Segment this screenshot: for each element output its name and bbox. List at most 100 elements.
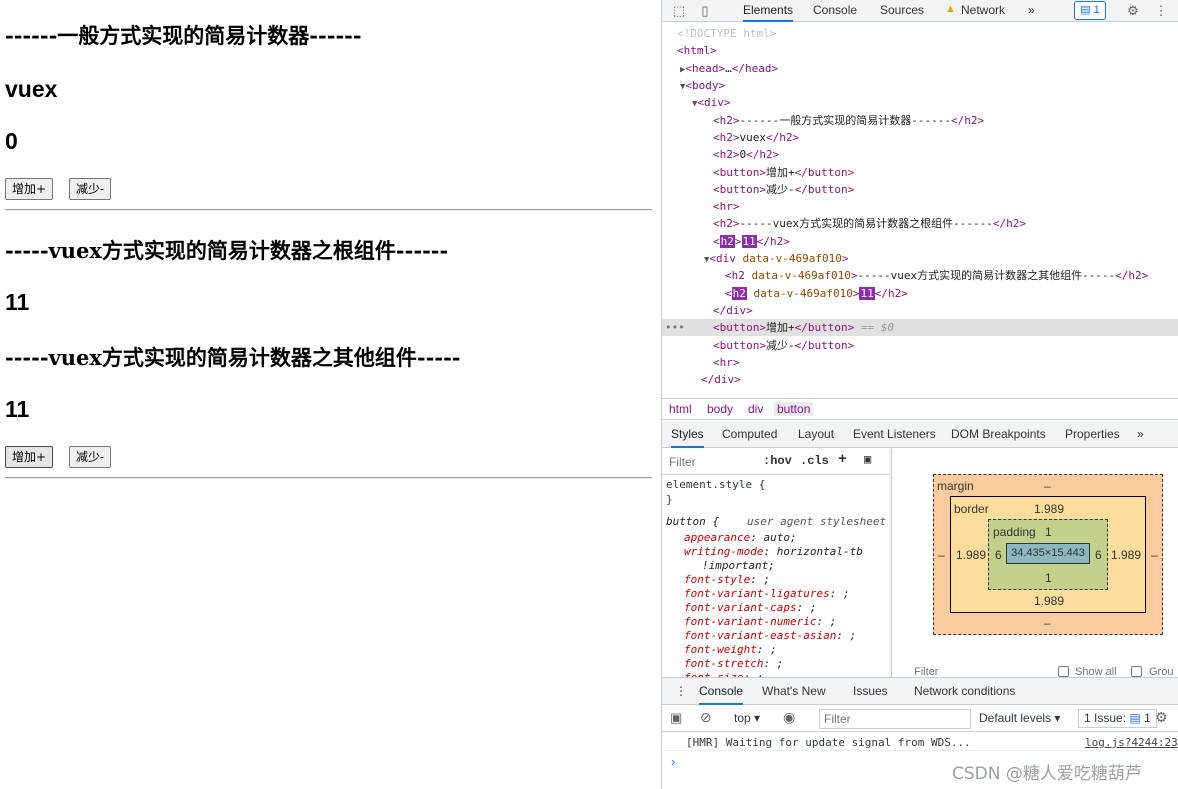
drawer-tab-console[interactable]: Console (699, 678, 744, 705)
console-issues-button[interactable]: 1 Issue: ▤ 1 (1078, 709, 1157, 728)
dom-node[interactable]: ▼<div> (662, 94, 1178, 111)
tab-dom-breakpoints[interactable]: DOM Breakpoints (951, 421, 1046, 448)
breadcrumb-html[interactable]: html (669, 402, 692, 416)
dom-node[interactable]: <hr> (662, 198, 1178, 215)
padding-bottom-value[interactable]: 1 (1045, 571, 1052, 585)
css-prop-row[interactable]: writing-mode: horizontal-tb (684, 545, 863, 559)
drawer-tab-network-conditions[interactable]: Network conditions (914, 678, 1015, 705)
show-all-checkbox[interactable] (1058, 665, 1069, 677)
css-prop-row[interactable]: font-variant-caps: ; (684, 601, 816, 615)
breadcrumb-div[interactable]: div (748, 402, 763, 416)
tab-computed[interactable]: Computed (722, 421, 777, 448)
tab-layout[interactable]: Layout (798, 421, 834, 448)
margin-bottom-value[interactable]: – (1044, 616, 1051, 630)
inspect-element-icon[interactable]: ⬚ (670, 2, 688, 20)
box-model-content[interactable]: 34.435×15.443 (1006, 543, 1090, 564)
log-levels-dropdown[interactable]: Default levels ▾ (979, 711, 1060, 725)
console-prompt-icon[interactable]: › (671, 754, 675, 769)
device-toolbar-icon[interactable]: ▯ (696, 2, 714, 20)
hov-toggle[interactable]: :hov (763, 454, 792, 468)
dom-node[interactable]: <h2 data-v-469af010>11</h2> (662, 285, 1178, 302)
dom-node[interactable]: <button>减少-</button> (662, 181, 1178, 198)
dom-node-selected[interactable]: ••• <button>增加+</button> == $0 (662, 319, 1178, 336)
cls-toggle[interactable]: .cls (800, 454, 829, 468)
tab-sources[interactable]: Sources (880, 0, 924, 22)
add-rule-icon[interactable]: + (838, 451, 847, 468)
drawer-tab-whats-new[interactable]: What's New (762, 678, 826, 705)
console-filter-input[interactable] (819, 709, 971, 729)
gear-icon[interactable]: ⚙ (1124, 2, 1142, 20)
dom-node[interactable]: <button>增加+</button> (662, 164, 1178, 181)
padding-top-value[interactable]: 1 (1045, 525, 1052, 539)
border-right-value[interactable]: 1.989 (1111, 548, 1141, 562)
tab-network[interactable]: Network (961, 0, 1005, 22)
eye-icon[interactable]: ◉ (783, 709, 795, 726)
group-checkbox[interactable] (1131, 665, 1142, 677)
more-tabs-icon[interactable]: » (1028, 0, 1035, 22)
kebab-menu-icon[interactable]: ⋮ (1152, 2, 1170, 20)
sidebar-toggle-icon[interactable]: ▣ (670, 710, 682, 726)
log-levels-value: Default levels (979, 711, 1052, 725)
margin-top-value[interactable]: – (1044, 479, 1051, 493)
more-subtabs-icon[interactable]: » (1137, 421, 1144, 448)
element-style-rule[interactable]: element.style { (666, 478, 765, 492)
margin-right-value[interactable]: – (1151, 548, 1158, 562)
css-prop-row[interactable]: font-weight: ; (684, 643, 777, 657)
sidebar-toggle-icon[interactable]: ▣ (864, 452, 871, 467)
tab-styles[interactable]: Styles (671, 421, 704, 448)
dom-node[interactable]: <hr> (662, 354, 1178, 371)
dom-node[interactable]: <!DOCTYPE html> (662, 25, 1178, 42)
button-rule-selector[interactable]: button { (666, 515, 719, 529)
drawer-tab-issues[interactable]: Issues (853, 678, 888, 705)
dom-node[interactable]: <h2>0</h2> (662, 146, 1178, 163)
tab-elements[interactable]: Elements (743, 0, 794, 22)
dom-node[interactable]: <h2 data-v-469af010>-----vuex方式实现的简易计数器之… (662, 267, 1178, 284)
margin-left-value[interactable]: – (938, 548, 945, 562)
clear-console-icon[interactable]: ⊘ (700, 709, 712, 726)
css-prop-row[interactable]: font-style: ; (684, 573, 770, 587)
css-prop-row[interactable]: font-variant-east-asian: ; (684, 629, 856, 643)
dom-node[interactable]: <button>减少-</button> (662, 337, 1178, 354)
dom-node[interactable]: </div> (662, 371, 1178, 388)
div-tag: <div> (697, 96, 731, 109)
dom-node[interactable]: <h2>------一般方式实现的简易计数器------</h2> (662, 112, 1178, 129)
breadcrumb-button[interactable]: button (774, 402, 814, 416)
drawer-menu-icon[interactable]: ⋮ (675, 678, 687, 705)
dom-node[interactable]: </div> (662, 302, 1178, 319)
tab-console[interactable]: Console (813, 0, 857, 22)
padding-right-value[interactable]: 6 (1095, 548, 1102, 562)
border-bottom-value[interactable]: 1.989 (1034, 594, 1064, 608)
breadcrumb-body[interactable]: body (707, 402, 733, 416)
vuex-increment-button[interactable]: 增加+ (5, 446, 54, 468)
console-issues-count: 1 (1144, 711, 1151, 725)
css-prop-row[interactable]: !important; (702, 559, 775, 573)
vuex-decrement-button[interactable]: 减少- (69, 446, 112, 468)
border-top-value[interactable]: 1.989 (1034, 502, 1064, 516)
console-message-source-link[interactable]: log.js?4244:23 (1085, 736, 1178, 749)
node-text: 减少- (765, 183, 795, 196)
more-dots-icon[interactable]: ••• (665, 319, 685, 336)
css-prop-row[interactable]: appearance: auto; (684, 531, 797, 545)
dom-node[interactable]: ▶<head>…</head> (662, 60, 1178, 77)
dom-node[interactable]: <h2>-----vuex方式实现的简易计数器之根组件------</h2> (662, 215, 1178, 232)
increment-button[interactable]: 增加+ (5, 178, 54, 200)
padding-left-value[interactable]: 6 (995, 548, 1002, 562)
css-prop-row[interactable]: font-variant-numeric: ; (684, 615, 836, 629)
gear-icon[interactable]: ⚙ (1155, 709, 1168, 726)
context-selector[interactable]: top ▾ (734, 711, 760, 725)
tab-properties[interactable]: Properties (1065, 421, 1120, 448)
styles-scrollbar-thumb[interactable] (891, 463, 892, 535)
body-tag: <body> (685, 79, 726, 92)
dom-node[interactable]: ▼<body> (662, 77, 1178, 94)
styles-filter-input[interactable] (666, 453, 752, 471)
dom-node[interactable]: <h2>11</h2> (662, 233, 1178, 250)
tab-event-listeners[interactable]: Event Listeners (853, 421, 936, 448)
dom-node[interactable]: ▼<div data-v-469af010> (662, 250, 1178, 267)
dom-node[interactable]: <h2>vuex</h2> (662, 129, 1178, 146)
issues-badge[interactable]: ▤ 1 (1074, 1, 1106, 20)
decrement-button[interactable]: 减少- (69, 178, 112, 200)
css-prop-row[interactable]: font-stretch: ; (684, 657, 783, 671)
border-left-value[interactable]: 1.989 (956, 548, 986, 562)
dom-node[interactable]: <html> (662, 42, 1178, 59)
css-prop-row[interactable]: font-variant-ligatures: ; (684, 587, 850, 601)
